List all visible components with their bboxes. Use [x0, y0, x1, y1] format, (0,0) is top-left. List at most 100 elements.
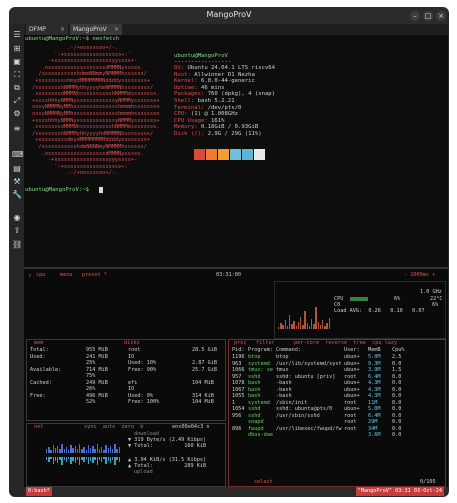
proc-cell[interactable]: -bash [276, 393, 292, 399]
proc-cell[interactable]: 0.0 [392, 361, 401, 367]
proc-cell[interactable]: root [344, 400, 357, 406]
camera-icon[interactable]: ◉ [12, 213, 22, 223]
proc-cell[interactable]: root [344, 374, 357, 380]
proc-cell[interactable]: 0.0 [392, 419, 401, 425]
proc-cell[interactable]: 6.4M [368, 374, 381, 380]
proc-cell[interactable]: bash [248, 387, 261, 393]
proc-cell[interactable]: -bash [276, 387, 292, 393]
proc-cell[interactable]: /usr/sbin/sshd [276, 413, 320, 419]
proc-cell[interactable]: 1078 [232, 380, 245, 386]
proc-cell[interactable]: 0.0 [392, 393, 401, 399]
maximize-button[interactable]: □ [423, 11, 433, 21]
proc-cell[interactable]: 0.0 [392, 413, 401, 419]
proc-cell[interactable]: 1066 [232, 367, 245, 373]
proc-cell[interactable]: 4.3M [368, 387, 381, 393]
proc-cell[interactable]: 6.4M [368, 413, 381, 419]
proc-cell[interactable]: /usr/libexec/fwupd/fw [276, 426, 342, 432]
proc-cell[interactable]: 1055 [232, 393, 245, 399]
proc-cell[interactable]: 0.0 [392, 426, 401, 432]
proc-cell[interactable]: root [344, 413, 357, 419]
proc-cell[interactable]: ubun+ [344, 354, 360, 360]
proc-cell[interactable]: ubun+ [344, 367, 360, 373]
proc-cell[interactable]: btop [248, 354, 261, 360]
proc-cell[interactable]: ubun+ [344, 380, 360, 386]
preset-tab[interactable]: preset * [82, 272, 107, 278]
split-icon[interactable]: ▣ [12, 57, 22, 67]
proc-cell[interactable]: 9.3M [368, 361, 381, 367]
proc-cell[interactable]: snapd [248, 419, 264, 425]
proc-cell[interactable]: systemd [248, 400, 270, 406]
proc-cell[interactable]: tmux: se [248, 367, 273, 373]
proc-cell[interactable]: sshd [248, 374, 261, 380]
proc-cell[interactable]: 0.0 [392, 380, 401, 386]
menu-tab[interactable]: menu [60, 272, 73, 278]
proc-cell[interactable]: root [344, 419, 357, 425]
list-icon[interactable]: ≡ [12, 124, 22, 134]
terminal-pane[interactable]: ubuntu@MangoProV:~$ neofetch .-/+oosssso… [24, 35, 448, 267]
fullscreen-icon[interactable]: ⤢ [12, 96, 22, 106]
proc-cell[interactable]: -bash [276, 380, 292, 386]
window-icon[interactable]: ▤ [12, 164, 22, 174]
proc-cell[interactable]: 0.0 [392, 406, 401, 412]
proc-cell[interactable]: 896 [232, 426, 241, 432]
proc-cell[interactable]: dbus-daе [248, 432, 273, 438]
link-icon[interactable]: ⛓ [12, 240, 22, 250]
cpu-tab[interactable]: cpu [36, 272, 45, 278]
keyboard-icon[interactable]: ⌨ [12, 150, 24, 160]
tab-close-icon[interactable]: × [114, 24, 119, 35]
proc-cell[interactable]: 3.6M [368, 432, 381, 438]
proc-cell[interactable]: tmux [276, 367, 289, 373]
proc-select[interactable]: select [254, 479, 273, 485]
close-button[interactable]: × [436, 11, 446, 21]
tab-close-icon[interactable]: × [60, 24, 65, 35]
proc-cell[interactable]: systemd [248, 361, 270, 367]
proc-cell[interactable]: sshd [248, 413, 261, 419]
proc-cell[interactable]: 11M [368, 400, 377, 406]
proc-cell[interactable]: 4.3M [368, 393, 381, 399]
proc-cell[interactable]: 29M [368, 419, 377, 425]
settings-icon[interactable]: ⚙ [12, 109, 22, 119]
proc-cell[interactable]: ubun+ [344, 387, 360, 393]
proc-cell[interactable]: btop [276, 354, 289, 360]
proc-cell[interactable]: 0.0 [392, 387, 401, 393]
proc-cell[interactable]: /usr/lib/systemd/syst [276, 361, 342, 367]
proc-filter[interactable]: filter [256, 340, 275, 346]
proc-cell[interactable]: ubun+ [344, 393, 360, 399]
proc-cell[interactable]: fwupd [248, 426, 264, 432]
proc-cell[interactable]: 34M [368, 426, 377, 432]
expand-icon[interactable]: ⛶ [12, 70, 22, 80]
tab-dfmp[interactable]: DFMP × [26, 24, 68, 35]
btop-pane[interactable]: ┌ cpu menu preset * 03:31:00 - 2000ms + … [24, 269, 448, 487]
proc-cell[interactable]: 1196 [232, 354, 245, 360]
proc-cell[interactable]: 0.0 [392, 374, 401, 380]
proc-cell[interactable]: 3.9M [368, 367, 381, 373]
proc-cell[interactable]: bash [248, 393, 261, 399]
proc-cell[interactable]: ubun+ [344, 361, 360, 367]
proc-cell[interactable]: 0.0 [392, 432, 401, 438]
net-options[interactable]: sync auto zero b [84, 424, 143, 430]
proc-cell[interactable]: 5.0M [368, 354, 381, 360]
collapse-icon[interactable]: ⧉ [12, 83, 22, 93]
proc-cell[interactable]: 1.5 [392, 367, 401, 373]
proc-cell[interactable]: 0.0 [392, 400, 401, 406]
proc-cell[interactable]: sshd: ubuntu [priv] [276, 374, 335, 380]
proc-cell[interactable]: bash [248, 380, 261, 386]
proc-cell[interactable]: 957 [232, 374, 241, 380]
tmux-window[interactable]: 0:bash* [26, 487, 52, 496]
proc-cell[interactable]: 956 [232, 413, 241, 419]
proc-cell[interactable]: 1067 [232, 387, 245, 393]
interval-control[interactable]: - 2000ms + [404, 272, 435, 278]
proc-cell[interactable]: 4.3M [368, 380, 381, 386]
net-iface[interactable]: enx00e04c3 n [172, 424, 209, 430]
proc-cell[interactable]: 963 [232, 361, 241, 367]
proc-cell[interactable]: /sbin/init [276, 400, 307, 406]
tools-icon[interactable]: ⚒ [12, 177, 22, 187]
menu-icon[interactable]: ☰ [12, 30, 22, 40]
proc-sort-options[interactable]: per-core reverse tree cpu lazy [294, 340, 397, 346]
proc-cell[interactable]: ubun+ [344, 406, 360, 412]
proc-cell[interactable]: sshd [248, 406, 261, 412]
title-bar[interactable]: MangoProV – □ × [10, 8, 448, 24]
proc-cell[interactable]: 5.0M [368, 406, 381, 412]
minimize-button[interactable]: – [410, 11, 420, 21]
upload-icon[interactable]: ⇪ [12, 226, 22, 236]
